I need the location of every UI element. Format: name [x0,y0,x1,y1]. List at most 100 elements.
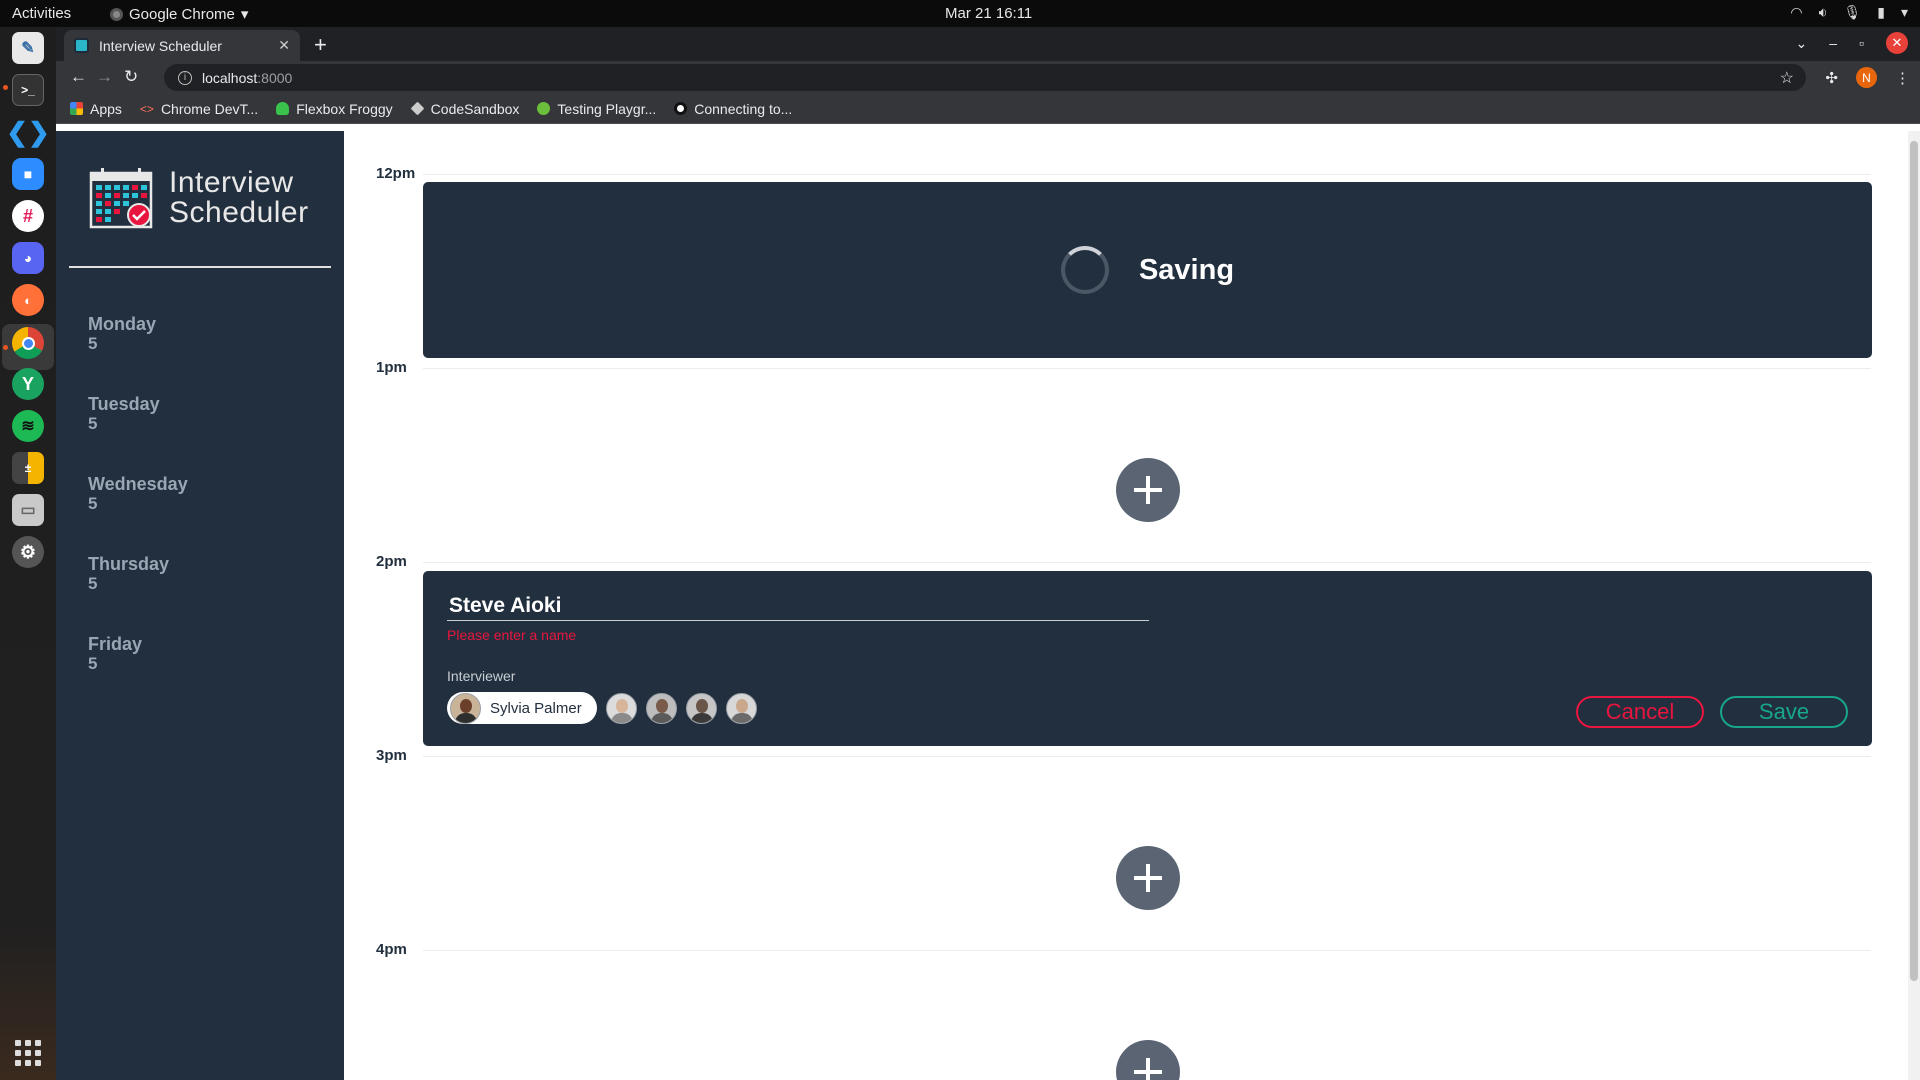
terminal-icon[interactable]: >_ [12,74,44,106]
address-bar[interactable]: i localhost:8000 ☆ [164,64,1806,91]
add-appointment-button[interactable] [1116,846,1180,910]
sidebar: Interview Scheduler Monday 5 Tuesday 5 W… [56,131,344,1080]
slack-icon[interactable]: # [12,200,44,232]
bookmark-testing-playground[interactable]: Testing Playgr... [537,101,656,117]
app-menu[interactable]: Google Chrome ▾ [110,5,248,23]
site-info-icon[interactable]: i [178,70,192,85]
app-name-line-1: Interview [169,166,294,199]
day-tuesday[interactable]: Tuesday 5 [88,394,160,434]
interviewer-avatar[interactable] [725,692,757,724]
interviewer-avatar[interactable] [685,692,717,724]
app-logo: Interview Scheduler [89,167,309,229]
bookmark-flexbox-froggy[interactable]: Flexbox Froggy [276,101,393,117]
app-menu-label: Google Chrome [129,5,235,23]
dock: ✎ >_ ❮❯ ■ # ◕ ◐ Y ≋ ± ▭ ⚙ [0,27,56,1080]
apps-grid-icon [70,102,83,115]
firefox-icon[interactable]: ◐ [12,284,44,316]
interviewer-avatar[interactable] [605,692,637,724]
window-controls: ⌄ – ▫ ✕ [1796,32,1908,54]
back-button[interactable]: ← [70,67,87,87]
appointment-form: Please enter a name Interviewer Sylvia P… [423,571,1872,746]
clock[interactable]: Mar 21 16:11 [945,5,1032,22]
saving-status-card: Saving [423,182,1872,358]
interviewer-avatar[interactable] [645,692,677,724]
add-appointment-button[interactable] [1116,458,1180,522]
add-appointment-button[interactable] [1116,1040,1180,1080]
volume-icon: 🔉︎ [1818,4,1828,20]
text-editor-icon[interactable]: ✎ [12,32,44,64]
profile-avatar[interactable]: N [1856,67,1877,88]
frog-icon [276,102,290,115]
day-monday[interactable]: Monday 5 [88,314,156,354]
slot-time-label: 3pm [376,747,407,764]
day-name: Tuesday [88,394,160,414]
day-spots: 5 [88,574,98,593]
activities-button[interactable]: Activities [12,5,71,22]
bookmark-codesandbox[interactable]: CodeSandbox [410,101,519,117]
browser-window: Interview Scheduler ✕ + ⌄ – ▫ ✕ ← → ↻ i … [56,27,1920,1080]
bookmark-label: Connecting to... [694,100,793,117]
menu-icon[interactable]: ⋮ [1895,69,1910,87]
url-host: localhost [202,69,258,86]
selected-interviewer-name: Sylvia Palmer [490,699,582,717]
new-tab-button[interactable]: + [314,32,327,58]
day-friday[interactable]: Friday 5 [88,634,142,674]
day-spots: 5 [88,494,98,513]
chrome-icon[interactable] [12,327,44,359]
slot-divider [423,950,1871,951]
extensions-icon[interactable]: ✣ [1825,69,1838,87]
yarn-icon[interactable]: Y [12,368,44,400]
slot-time-label: 12pm [376,165,416,182]
spotify-icon[interactable]: ≋ [12,410,44,442]
page-scrollbar[interactable] [1908,131,1920,1080]
bookmark-chrome-devtools[interactable]: <> Chrome DevT... [140,101,258,117]
zoom-icon[interactable]: ■ [12,158,44,190]
forward-button[interactable]: → [96,67,113,87]
slot-divider [423,562,1871,563]
tab-search-icon[interactable]: ⌄ [1796,35,1808,52]
student-name-input[interactable] [447,591,1149,621]
slot-time-label: 4pm [376,941,407,958]
browser-toolbar: ← → ↻ i localhost:8000 ☆ ✣ N ⋮ [56,61,1920,94]
bookmark-connecting[interactable]: Connecting to... [674,101,792,117]
day-spots: 5 [88,334,98,353]
settings-icon[interactable]: ⚙ [12,536,44,568]
show-apps-icon[interactable] [15,1040,41,1066]
calculator-icon[interactable]: ± [12,452,44,484]
plus-icon [1134,1058,1162,1080]
bookmark-label: Apps [90,100,122,117]
save-button[interactable]: Save [1720,696,1848,728]
bookmark-apps[interactable]: Apps [70,101,122,117]
close-tab-icon[interactable]: ✕ [278,37,290,54]
minimize-button[interactable]: – [1829,35,1837,51]
web-page: Interview Scheduler Monday 5 Tuesday 5 W… [56,131,1920,1080]
day-spots: 5 [88,654,98,673]
close-window-button[interactable]: ✕ [1886,32,1908,54]
reload-button[interactable]: ↻ [124,67,138,87]
running-indicator [3,345,8,350]
maximize-button[interactable]: ▫ [1859,35,1864,51]
day-name: Monday [88,314,157,334]
bookmark-star-icon[interactable]: ☆ [1780,68,1794,88]
bookmark-label: Testing Playgr... [557,100,657,117]
day-thursday[interactable]: Thursday 5 [88,554,169,594]
plus-icon [1134,864,1162,892]
interviewer-label: Interviewer [447,668,516,684]
bookmarks-bar: Apps <> Chrome DevT... Flexbox Froggy Cod… [56,94,1920,124]
discord-icon[interactable]: ◕ [12,242,44,274]
scrollbar-thumb[interactable] [1910,141,1918,981]
github-icon [674,102,688,115]
day-wednesday[interactable]: Wednesday 5 [88,474,188,514]
testing-playground-icon [537,102,551,115]
system-tray[interactable]: ◠ 🔉︎ 🎙︎ ▮ ▾ [1790,4,1908,21]
interviewer-item-selected[interactable]: Sylvia Palmer [447,692,597,724]
codesandbox-icon [410,101,425,116]
files-icon[interactable]: ▭ [12,494,44,526]
tab-interview-scheduler[interactable]: Interview Scheduler ✕ [64,30,300,61]
vscode-icon[interactable]: ❮❯ [6,116,50,148]
cancel-button[interactable]: Cancel [1576,696,1704,728]
slot-time-label: 2pm [376,553,407,570]
mic-icon: 🎙︎ [1843,4,1862,20]
calendar-icon [89,168,153,229]
chevron-down-icon: ▾ [1900,4,1908,20]
